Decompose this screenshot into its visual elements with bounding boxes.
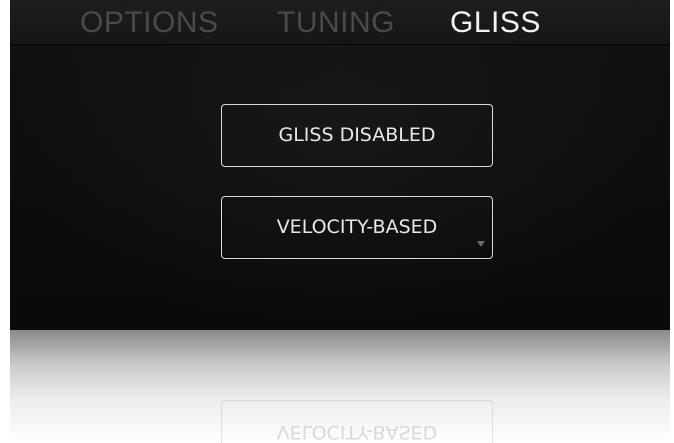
instrument-screen: OPTIONS TUNING GLISS GLISS DISABLED VELO… bbox=[0, 0, 674, 443]
chevron-down-icon bbox=[477, 241, 485, 247]
gliss-mode-button-label: GLISS DISABLED bbox=[278, 124, 436, 146]
gliss-type-dropdown[interactable]: VELOCITY-BASED bbox=[221, 196, 493, 259]
panel-reflection: VELOCITY-BASED bbox=[10, 330, 670, 443]
reflected-dropdown-label: VELOCITY-BASED bbox=[276, 421, 438, 443]
reflected-dropdown: VELOCITY-BASED bbox=[221, 400, 493, 443]
tab-options[interactable]: OPTIONS bbox=[80, 5, 219, 41]
gliss-mode-button[interactable]: GLISS DISABLED bbox=[221, 104, 493, 167]
tab-bar: OPTIONS TUNING GLISS bbox=[10, 0, 670, 45]
gliss-type-dropdown-value: VELOCITY-BASED bbox=[276, 216, 438, 238]
gliss-panel: OPTIONS TUNING GLISS GLISS DISABLED VELO… bbox=[10, 0, 670, 330]
tab-gliss[interactable]: GLISS bbox=[450, 5, 541, 41]
tab-tuning[interactable]: TUNING bbox=[277, 5, 395, 41]
